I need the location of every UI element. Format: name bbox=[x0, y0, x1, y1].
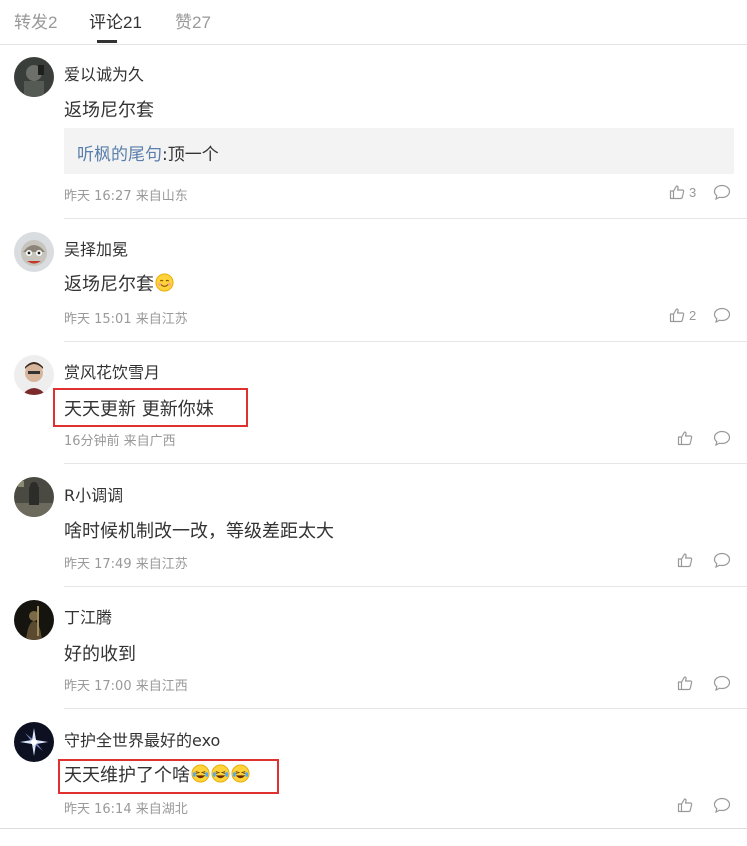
highlight-box bbox=[53, 388, 248, 427]
comment-divider bbox=[64, 586, 747, 587]
avatar[interactable] bbox=[14, 232, 54, 272]
comment-text: 啥时候机制改一改，等级差距太大 bbox=[64, 521, 334, 542]
tab-reposts-count: 2 bbox=[48, 13, 58, 32]
like-button[interactable] bbox=[677, 552, 693, 568]
reply-button[interactable] bbox=[713, 307, 731, 328]
comment-meta: 昨天 15:01 来自江苏 bbox=[64, 312, 188, 327]
comment-username[interactable]: 丁江腾 bbox=[64, 604, 112, 628]
comment-meta: 昨天 17:00 来自江西 bbox=[64, 679, 188, 694]
tab-comments-label: 评论 bbox=[89, 13, 123, 33]
comment-divider bbox=[64, 463, 747, 464]
thumbs-up-icon bbox=[669, 308, 685, 323]
comment-text: 好的收到 bbox=[64, 644, 136, 665]
tab-comments-count: 21 bbox=[123, 13, 142, 32]
thumbs-up-icon bbox=[669, 185, 685, 200]
comment-meta: 昨天 16:14 来自湖北 bbox=[64, 802, 188, 817]
reply-button[interactable] bbox=[713, 184, 731, 205]
comment-text: 返场尼尔套 bbox=[64, 270, 174, 296]
avatar[interactable] bbox=[14, 722, 54, 762]
comment-meta: 16分钟前 来自广西 bbox=[64, 434, 176, 449]
comment-text-content: 返场尼尔套 bbox=[64, 274, 154, 295]
comment-text: 返场尼尔套 bbox=[64, 100, 154, 121]
comment-username[interactable]: 赏风花饮雪月 bbox=[64, 359, 160, 383]
thumbs-up-icon bbox=[677, 676, 693, 691]
like-button[interactable]: 3 bbox=[669, 184, 696, 200]
comment-username[interactable]: 吴择加冕 bbox=[64, 236, 128, 260]
comment-bubble-icon bbox=[713, 184, 731, 201]
reply-button[interactable] bbox=[713, 552, 731, 573]
thumbs-up-icon bbox=[677, 431, 693, 446]
smile-emoji-icon bbox=[155, 273, 174, 292]
thumbs-up-icon bbox=[677, 553, 693, 568]
tab-reposts-label: 转发 bbox=[14, 13, 48, 33]
comment-divider bbox=[64, 218, 747, 219]
reply-text: :顶一个 bbox=[162, 145, 219, 165]
comment-tabs: 转发2 评论21 赞27 bbox=[0, 0, 747, 45]
comment-bubble-icon bbox=[713, 430, 731, 447]
avatar[interactable] bbox=[14, 355, 54, 395]
avatar[interactable] bbox=[14, 57, 54, 97]
tab-likes[interactable]: 赞27 bbox=[175, 8, 211, 33]
tab-likes-count: 27 bbox=[192, 13, 211, 32]
comment-username[interactable]: 守护全世界最好的exo bbox=[64, 727, 220, 751]
comment-meta: 昨天 16:27 来自山东 bbox=[64, 189, 188, 204]
avatar[interactable] bbox=[14, 600, 54, 640]
like-button[interactable] bbox=[677, 797, 693, 813]
avatar[interactable] bbox=[14, 477, 54, 517]
comment-bubble-icon bbox=[713, 307, 731, 324]
like-button[interactable] bbox=[677, 430, 693, 446]
list-bottom-border bbox=[0, 828, 747, 829]
like-count: 2 bbox=[689, 307, 697, 323]
comment-meta: 昨天 17:49 来自江苏 bbox=[64, 557, 188, 572]
reply-button[interactable] bbox=[713, 675, 731, 696]
comment-username[interactable]: R小调调 bbox=[64, 482, 123, 506]
tab-comments[interactable]: 评论21 bbox=[89, 8, 142, 33]
active-tab-indicator bbox=[97, 40, 117, 43]
comment-divider bbox=[64, 341, 747, 342]
highlight-box bbox=[58, 759, 279, 794]
like-button[interactable] bbox=[677, 675, 693, 691]
quoted-reply: 听枫的尾句:顶一个 bbox=[64, 128, 734, 174]
comment-divider bbox=[64, 708, 747, 709]
tab-reposts[interactable]: 转发2 bbox=[14, 8, 57, 33]
reply-username[interactable]: 听枫的尾句 bbox=[77, 145, 162, 165]
comment-username[interactable]: 爱以诚为久 bbox=[64, 61, 144, 85]
thumbs-up-icon bbox=[677, 798, 693, 813]
comment-bubble-icon bbox=[713, 552, 731, 569]
like-button[interactable]: 2 bbox=[669, 307, 696, 323]
like-count: 3 bbox=[689, 184, 697, 200]
comment-bubble-icon bbox=[713, 675, 731, 692]
reply-button[interactable] bbox=[713, 430, 731, 451]
tab-likes-label: 赞 bbox=[175, 13, 192, 33]
comment-bubble-icon bbox=[713, 797, 731, 814]
reply-button[interactable] bbox=[713, 797, 731, 818]
